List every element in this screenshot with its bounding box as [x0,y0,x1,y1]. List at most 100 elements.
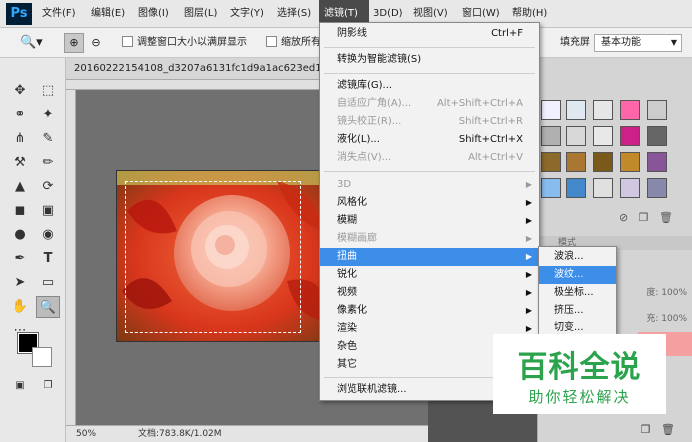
menu-item-shortcut: Shift+Ctrl+R [458,116,523,127]
quick-mask-icon[interactable]: ▣ [8,375,32,397]
gradient-tool-icon[interactable]: ▣ [36,200,60,222]
workspace-label: 基本功能 [601,37,641,48]
style-swatch[interactable] [620,178,640,198]
zoom-all-label: 缩放所有 [281,37,321,48]
history-brush-tool-icon[interactable]: ⟳ [36,176,60,198]
submenu-item-pinch[interactable]: 挤压... [539,302,616,320]
menu-item-label: 其它 [337,359,357,370]
menu-type[interactable]: 文字(Y) [230,0,264,28]
hand-tool-icon[interactable]: ✋ [8,296,32,318]
move-tool-icon[interactable]: ✥ [8,80,32,102]
style-swatch[interactable] [566,152,586,172]
style-swatch[interactable] [566,178,586,198]
zoom-all-checkbox[interactable] [266,36,277,47]
style-swatch[interactable] [541,152,561,172]
background-color-swatch[interactable] [32,347,52,367]
style-swatch[interactable] [566,100,586,120]
style-swatch[interactable] [647,100,667,120]
zoom-level[interactable]: 50% [76,426,96,442]
menu-item-stylize[interactable]: 风格化 ▶ [320,194,539,212]
zoom-out-button[interactable]: ⊖ [86,33,106,53]
menu-item-label: 风格化 [337,197,367,208]
menu-file[interactable]: 文件(F) [42,0,76,28]
zoom-all-option[interactable]: 缩放所有 [266,28,321,58]
style-swatch[interactable] [593,100,613,120]
menu-item-label: 锐化 [337,269,357,280]
menu-item-label: 像素化 [337,305,367,316]
style-swatch[interactable] [620,100,640,120]
menu-item-label: 模糊 [337,215,357,226]
trash-icon[interactable]: 🗑 [659,211,673,224]
menu-item-lens-correction[interactable]: 镜头校正(R)... Shift+Ctrl+R [320,113,539,131]
style-swatch[interactable] [541,100,561,120]
type-tool-icon[interactable]: T [36,248,60,270]
watermark-title: 百科全说 [517,350,642,385]
style-swatch[interactable] [566,126,586,146]
menu-item-label: 渲染 [337,323,357,334]
watermark: 百科全说 助你轻松解决 [493,334,666,414]
menu-layer[interactable]: 图层(L) [184,0,217,28]
menu-item-video[interactable]: 视频 ▶ [320,284,539,302]
marquee-tool-icon[interactable]: ⬚ [36,80,60,102]
submenu-item-polar-coordinates[interactable]: 极坐标... [539,284,616,302]
menu-select[interactable]: 选择(S) [277,0,311,28]
menu-item-label: 转换为智能滤镜(S) [337,54,422,65]
path-selection-tool-icon[interactable]: ➤ [8,272,32,294]
resize-window-checkbox[interactable] [122,36,133,47]
fill-screen-button[interactable]: 填充屏 [560,28,590,58]
style-swatch[interactable] [647,152,667,172]
quick-select-tool-icon[interactable]: ✦ [36,104,60,126]
style-swatch[interactable] [647,178,667,198]
menu-item-sharpen[interactable]: 锐化 ▶ [320,266,539,284]
menu-item-filter-gallery[interactable]: 滤镜库(G)... [320,77,539,95]
style-swatch[interactable] [620,152,640,172]
menu-item-adaptive-wide-angle[interactable]: 自适应广角(A)... Alt+Shift+Ctrl+A [320,95,539,113]
submenu-item-ripple[interactable]: 波纹... [539,266,616,284]
menu-item-label: 自适应广角(A)... [337,98,412,109]
workspace-dropdown[interactable]: 基本功能 ▼ [594,34,682,52]
menu-item-pixelate[interactable]: 像素化 ▶ [320,302,539,320]
clone-stamp-tool-icon[interactable]: ▲ [8,176,32,198]
style-swatch[interactable] [593,152,613,172]
clear-style-icon[interactable]: ⊘ [619,211,628,224]
submenu-item-wave[interactable]: 波浪... [539,248,616,266]
screen-mode-icon[interactable]: ❐ [36,375,60,397]
style-swatch[interactable] [620,126,640,146]
style-swatch[interactable] [541,126,561,146]
menu-image[interactable]: 图像(I) [138,0,169,28]
lasso-tool-icon[interactable]: ⚭ [8,104,32,126]
menu-item-vanishing-point[interactable]: 消失点(V)... Alt+Ctrl+V [320,149,539,167]
blur-tool-icon[interactable]: ● [8,224,32,246]
menu-item-liquify[interactable]: 液化(L)... Shift+Ctrl+X [320,131,539,149]
menu-item-3d[interactable]: 3D ▶ [320,176,539,194]
menu-edit[interactable]: 编辑(E) [91,0,125,28]
menu-item-distort[interactable]: 扭曲 ▶ [320,248,539,266]
layers-panel-actions: ❐ 🗑 [538,422,692,438]
zoom-in-button[interactable]: ⊕ [64,33,84,53]
resize-window-option[interactable]: 调整窗口大小以满屏显示 [122,28,247,58]
menu-item-blur-gallery[interactable]: 模糊画廊 ▶ [320,230,539,248]
style-swatch[interactable] [647,126,667,146]
menu-separator [324,171,535,172]
menu-item-blur[interactable]: 模糊 ▶ [320,212,539,230]
new-layer-icon[interactable]: ❐ [641,423,651,436]
trash-icon[interactable]: 🗑 [661,423,675,436]
pen-tool-icon[interactable]: ✒ [8,248,32,270]
zoom-tool-icon[interactable]: 🔍 [36,296,60,318]
dodge-tool-icon[interactable]: ◉ [36,224,60,246]
style-swatch[interactable] [593,126,613,146]
zoom-tool-preset-icon[interactable]: 🔍▾ [20,28,43,58]
healing-brush-tool-icon[interactable]: ⚒ [8,152,32,174]
menu-item-last-filter[interactable]: 阴影线 Ctrl+F [320,25,539,43]
crop-tool-icon[interactable]: ⋔ [8,128,32,150]
new-style-icon[interactable]: ❐ [639,211,649,224]
status-bar: 50% 文档:783.8K/1.02M [66,425,428,442]
eyedropper-tool-icon[interactable]: ✎ [36,128,60,150]
menu-item-label: 液化(L)... [337,134,380,145]
style-swatch[interactable] [541,178,561,198]
menu-item-convert-smart-filter[interactable]: 转换为智能滤镜(S) [320,51,539,69]
style-swatch[interactable] [593,178,613,198]
eraser-tool-icon[interactable]: ◼ [8,200,32,222]
rectangle-tool-icon[interactable]: ▭ [36,272,60,294]
brush-tool-icon[interactable]: ✏ [36,152,60,174]
